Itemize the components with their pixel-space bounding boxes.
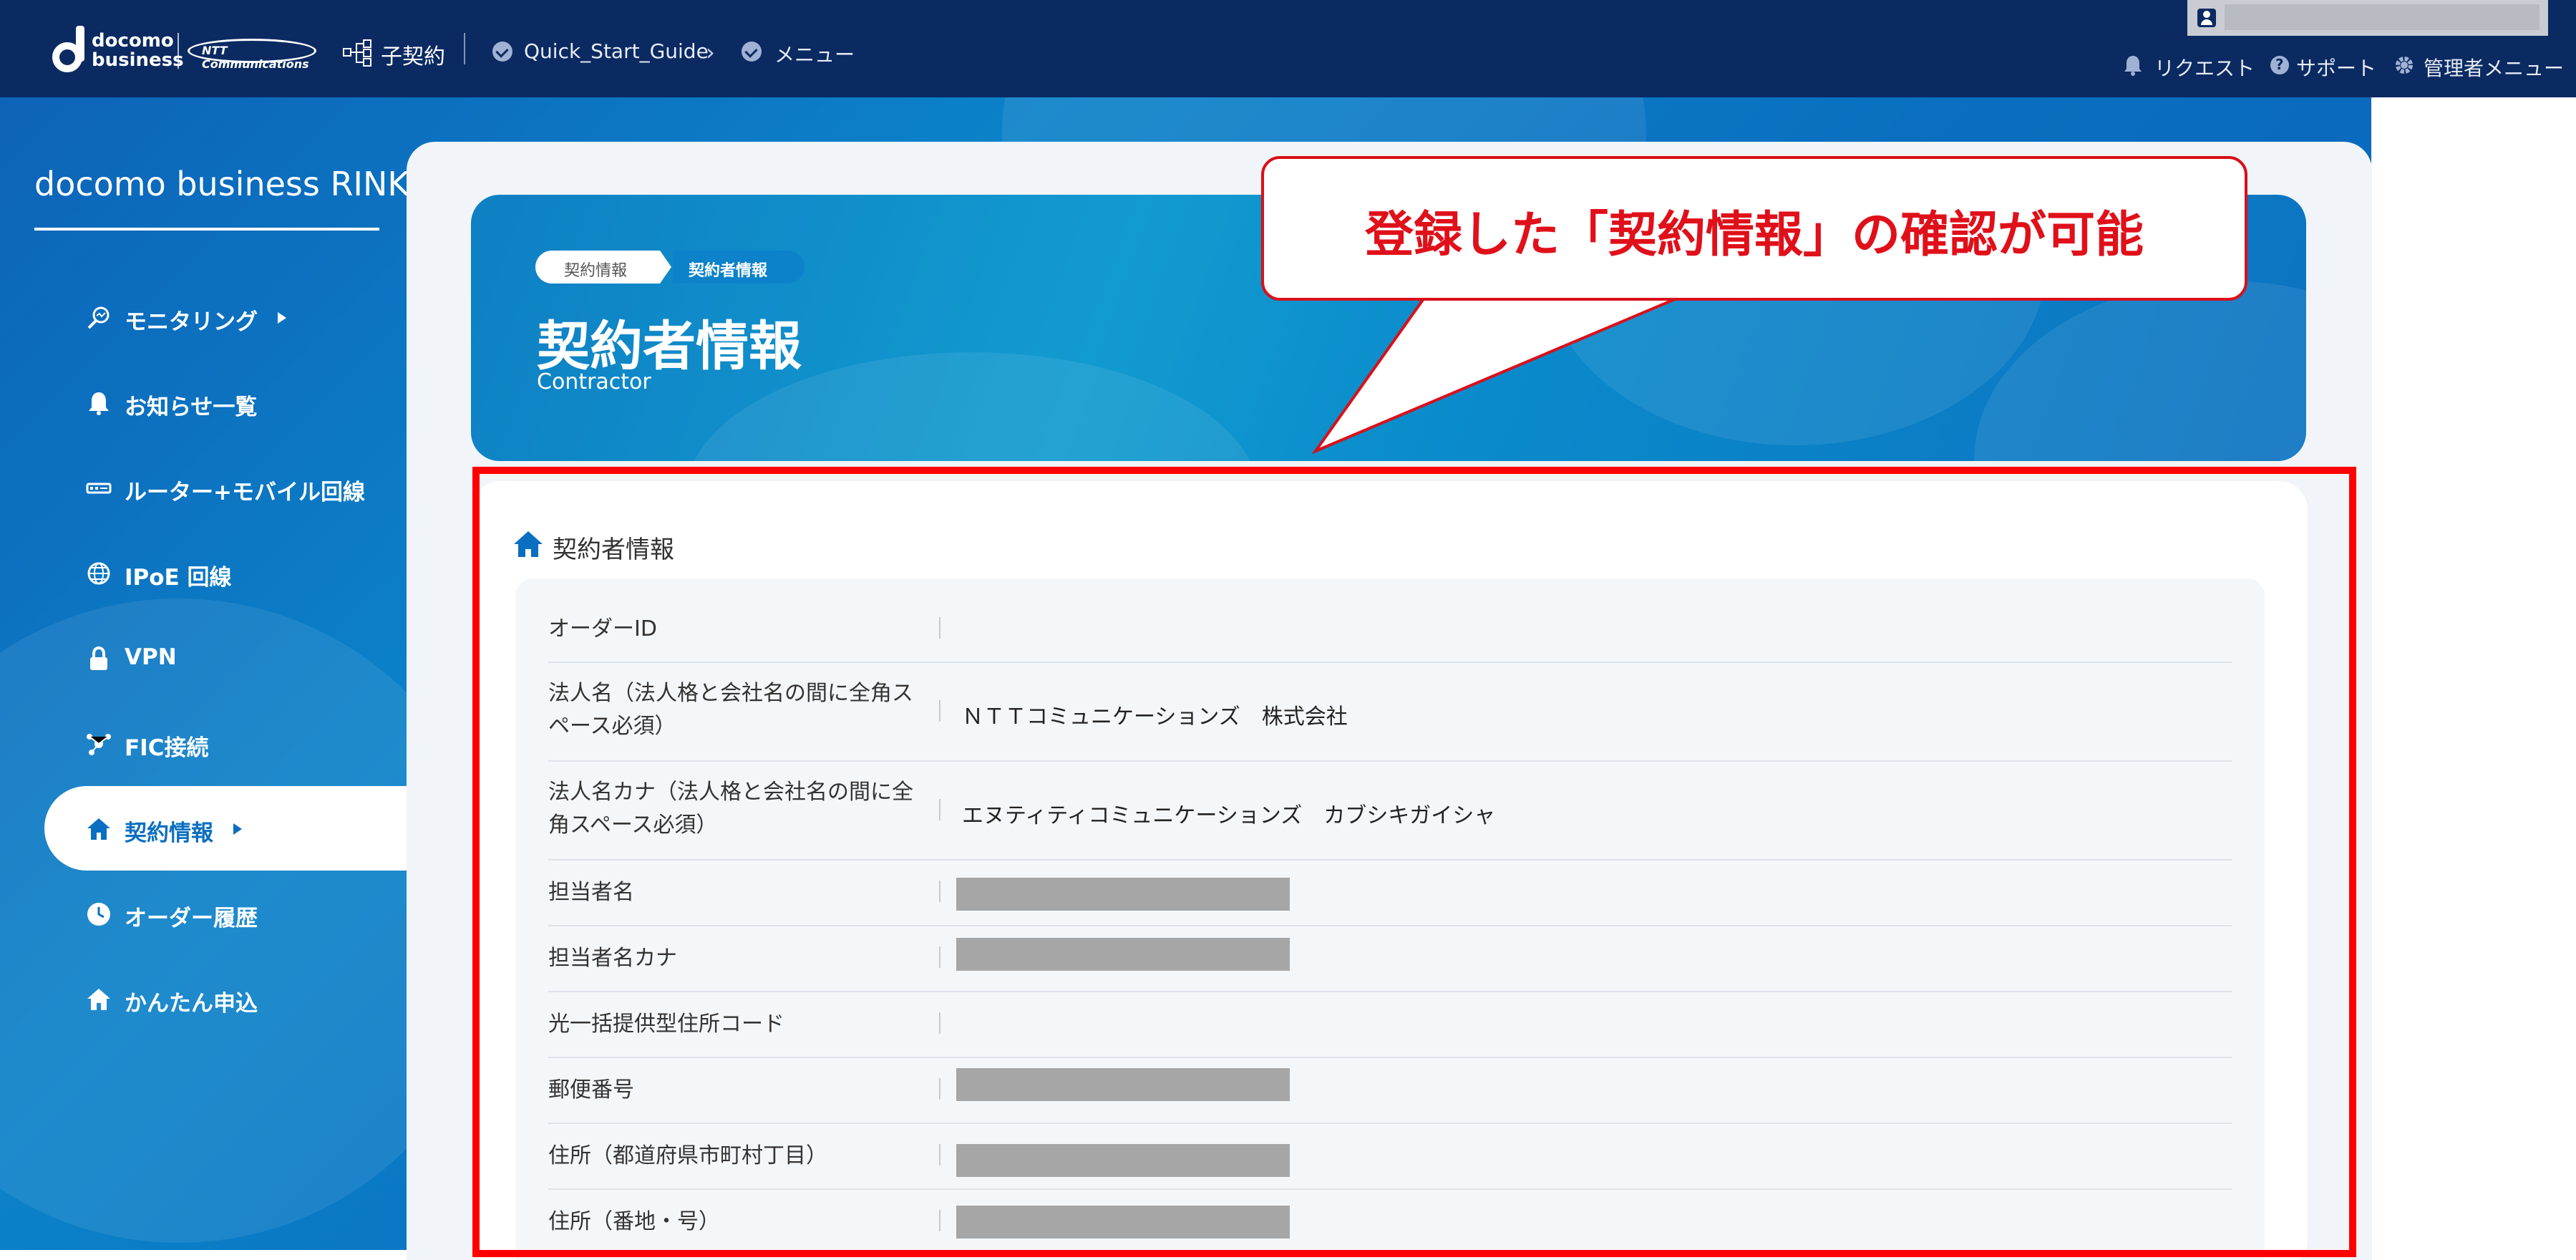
sidebar-item-router[interactable]: ルーター+モバイル回線 bbox=[0, 445, 407, 530]
sidebar-item-label: オーダー履歴 bbox=[125, 906, 258, 931]
sidebar-item-label: かんたん申込 bbox=[125, 991, 258, 1017]
sidebar-item-label: ルーター+モバイル回線 bbox=[125, 480, 365, 505]
sidebar-item-monitoring[interactable]: モニタリング bbox=[0, 275, 407, 359]
sidebar-item-vpn[interactable]: VPN bbox=[0, 616, 407, 700]
caret-right-icon bbox=[233, 823, 242, 835]
sidebar-item-label: モニタリング bbox=[125, 309, 258, 335]
sidebar-item-order-history[interactable]: オーダー履歴 bbox=[0, 871, 407, 956]
app-frame: docomo business NTT Communications 子契約 Q… bbox=[0, 0, 2576, 1260]
sidebar-item-label: VPN bbox=[125, 644, 177, 670]
brand-underline bbox=[34, 228, 379, 231]
breadcrumb-quick-start[interactable]: Quick_Start_Guide bbox=[524, 39, 709, 63]
docomo-logo-icon[interactable] bbox=[52, 26, 90, 73]
home-icon bbox=[87, 989, 110, 1010]
sidebar-item-ipoe[interactable]: IPoE 回線 bbox=[0, 530, 407, 615]
clock-icon bbox=[87, 903, 110, 926]
chevron-right-icon: › bbox=[706, 39, 715, 66]
contract-selector[interactable]: 子契約 bbox=[381, 39, 445, 70]
logo-divider bbox=[178, 33, 179, 69]
brand-title: docomo business RINK bbox=[34, 165, 409, 203]
callout-pointer bbox=[1311, 298, 1676, 455]
request-link[interactable]: リクエスト bbox=[2154, 53, 2255, 82]
help-icon: ? bbox=[2270, 56, 2289, 74]
user-account[interactable] bbox=[2187, 0, 2548, 36]
breadcrumb-contract-info[interactable]: 契約情報 bbox=[535, 251, 660, 284]
support-link[interactable]: サポート bbox=[2296, 53, 2376, 82]
home-icon bbox=[87, 818, 110, 840]
sidebar-item-fic[interactable]: FIC接続 bbox=[0, 701, 407, 785]
network-icon bbox=[87, 734, 111, 755]
user-icon bbox=[2197, 9, 2216, 27]
gear-icon bbox=[2396, 57, 2413, 74]
user-name-redacted bbox=[2225, 4, 2539, 30]
sidebar-item-easy-apply[interactable]: かんたん申込 bbox=[0, 956, 407, 1041]
ntt-logo: NTT Communications bbox=[188, 37, 316, 71]
check-circle-icon bbox=[492, 42, 512, 62]
bell-icon bbox=[89, 392, 109, 415]
globe-icon bbox=[87, 562, 110, 585]
hierarchy-icon bbox=[343, 39, 371, 67]
highlight-box bbox=[472, 467, 2356, 1257]
sidebar-item-label: FIC接続 bbox=[125, 735, 209, 761]
sidebar-item-label: IPoE 回線 bbox=[125, 565, 232, 591]
breadcrumb-contractor: 契約者情報 bbox=[673, 251, 805, 284]
admin-menu-link[interactable]: 管理者メニュー bbox=[2424, 53, 2564, 82]
router-icon bbox=[86, 483, 112, 494]
top-header: docomo business NTT Communications 子契約 Q… bbox=[0, 0, 2576, 97]
logo-text: docomo business bbox=[92, 30, 184, 71]
sidebar-item-label: 契約情報 bbox=[125, 820, 213, 846]
sidebar-item-contract-info[interactable]: 契約情報 bbox=[44, 786, 407, 871]
check-circle-icon bbox=[742, 42, 762, 62]
right-margin bbox=[2371, 97, 2576, 1250]
callout-text: 登録した「契約情報」の確認が可能 bbox=[1364, 207, 2144, 263]
page-subtitle: Contractor bbox=[537, 369, 651, 394]
sidebar-item-notices[interactable]: お知らせ一覧 bbox=[0, 360, 407, 445]
breadcrumb-menu[interactable]: メニュー bbox=[774, 39, 855, 68]
caret-right-icon bbox=[278, 312, 286, 324]
header-divider bbox=[464, 33, 465, 64]
lock-icon bbox=[90, 646, 107, 670]
breadcrumb-arrow bbox=[660, 251, 671, 284]
page-title: 契約者情報 bbox=[537, 316, 802, 377]
sidebar-item-label: お知らせ一覧 bbox=[125, 394, 258, 420]
bell-icon bbox=[2124, 56, 2142, 76]
monitor-icon bbox=[87, 306, 110, 329]
